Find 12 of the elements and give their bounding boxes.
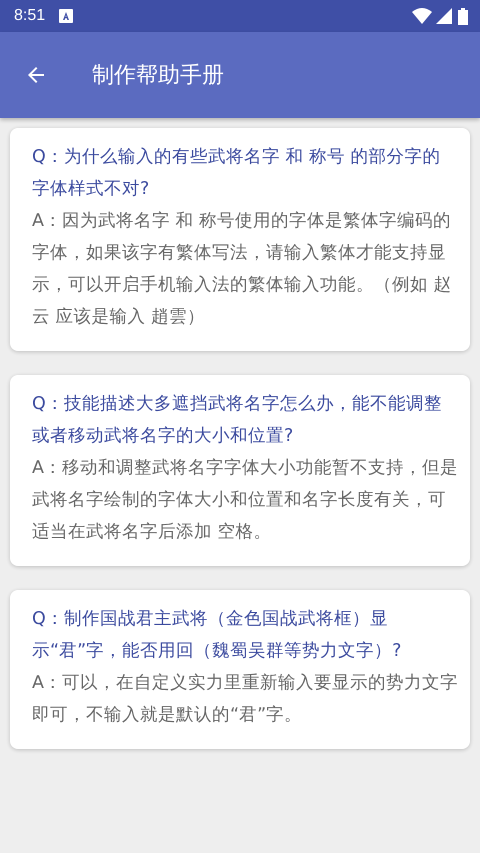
notification-icon <box>59 9 74 23</box>
question-text: Q：制作国战君主武将（金色国战武将框）显示“君”字，能否用回（魏蜀吴群等势力文字）? <box>32 608 402 663</box>
answer-text: A：移动和调整武将名字字体大小功能暂不支持，但是武将名字绘制的字体大小和位置和名字长度有关，可适当在武将名字后添加 空格。 <box>32 457 458 544</box>
wifi-icon <box>412 8 432 24</box>
battery-icon <box>458 8 468 24</box>
answer-text: A：可以，在自定义实力里重新输入要显示的势力文字即可，不输入就是默认的“君”字。 <box>32 672 458 727</box>
question-text: Q：为什么输入的有些武将名字 和 称号 的部分字的字体样式不对? <box>32 146 442 201</box>
signal-icon <box>436 8 452 24</box>
status-time: 8:51 <box>14 7 46 25</box>
page-title: 制作帮助手册 <box>92 62 224 90</box>
answer-text: A：因为武将名字 和 称号使用的字体是繁体字编码的字体，如果该字有繁体写法，请输入繁体才能支持显示，可以开启手机输入法的繁体输入功能。（例如 赵云 应该是输入 趙雲） <box>32 210 453 329</box>
question-text: Q：技能描述大多遮挡武将名字怎么办，能不能调整或者移动武将名字的大小和位置? <box>32 393 443 448</box>
